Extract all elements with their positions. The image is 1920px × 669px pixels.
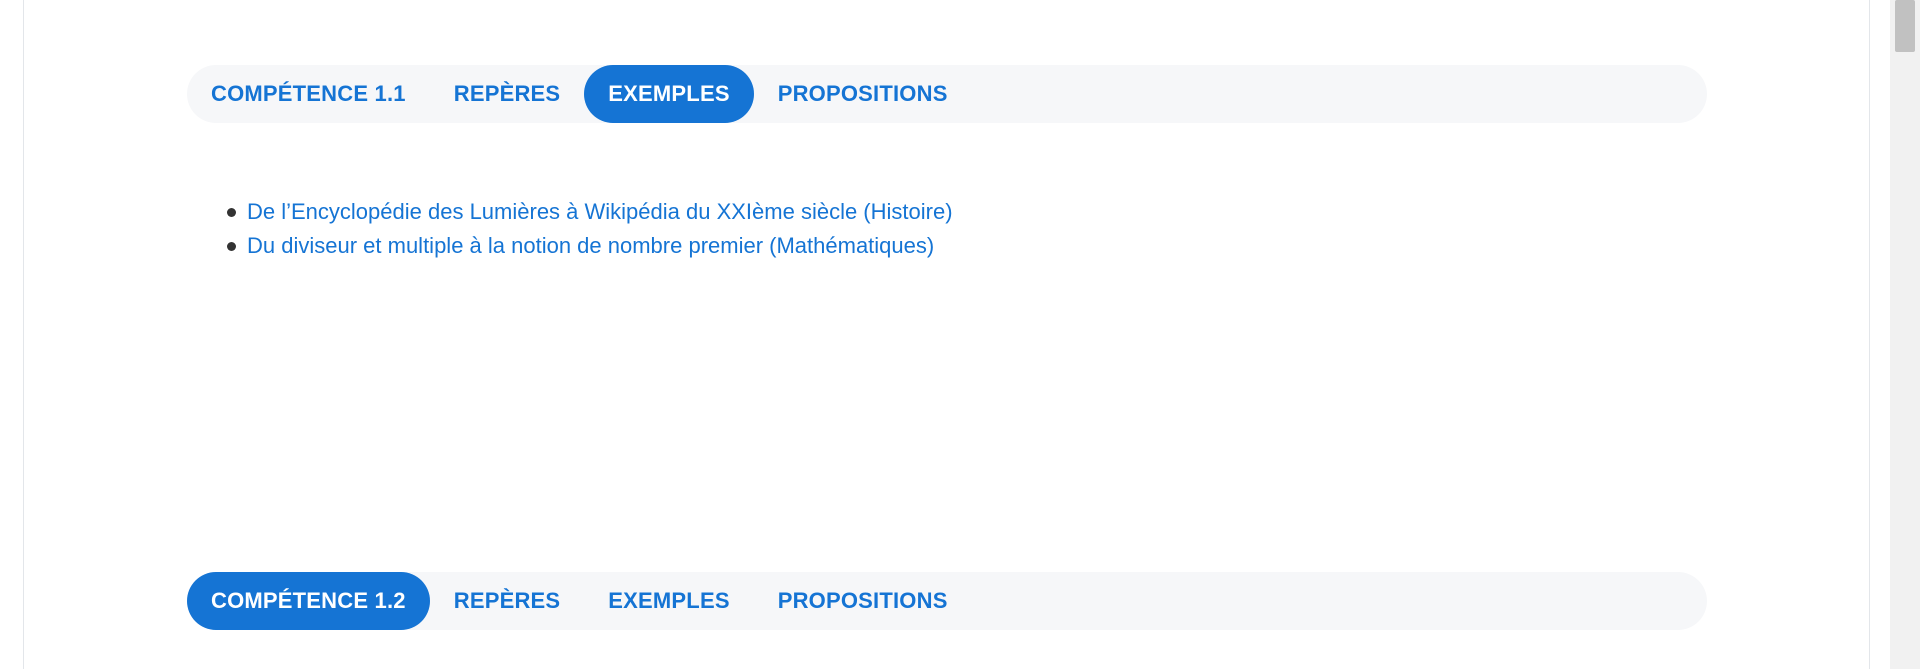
competence-1-2-tabbar: COMPÉTENCE 1.2 REPÈRES EXEMPLES PROPOSIT… [187, 572, 1707, 630]
tab-propositions[interactable]: PROPOSITIONS [754, 572, 972, 630]
list-item: De l’Encyclopédie des Lumières à Wikipéd… [227, 195, 953, 229]
scrollbar[interactable] [1890, 0, 1920, 669]
examples-list: De l’Encyclopédie des Lumières à Wikipéd… [220, 195, 953, 263]
list-item: Du diviseur et multiple à la notion de n… [227, 229, 953, 263]
tab-propositions[interactable]: PROPOSITIONS [754, 65, 972, 123]
scrollbar-thumb[interactable] [1895, 0, 1915, 52]
bullet-icon [227, 242, 236, 251]
competence-1-1-tabbar: COMPÉTENCE 1.1 REPÈRES EXEMPLES PROPOSIT… [187, 65, 1707, 123]
tab-exemples[interactable]: EXEMPLES [584, 65, 754, 123]
tab-reperes[interactable]: REPÈRES [430, 572, 585, 630]
example-link-nombre-premier[interactable]: Du diviseur et multiple à la notion de n… [247, 233, 934, 258]
bullet-icon [227, 208, 236, 217]
example-link-encyclopedie[interactable]: De l’Encyclopédie des Lumières à Wikipéd… [247, 199, 953, 224]
tab-reperes[interactable]: REPÈRES [430, 65, 585, 123]
tab-exemples[interactable]: EXEMPLES [584, 572, 753, 630]
tab-competence-1-1[interactable]: COMPÉTENCE 1.1 [187, 65, 430, 123]
tab-competence-1-2[interactable]: COMPÉTENCE 1.2 [187, 572, 430, 630]
page: COMPÉTENCE 1.1 REPÈRES EXEMPLES PROPOSIT… [0, 0, 1920, 669]
